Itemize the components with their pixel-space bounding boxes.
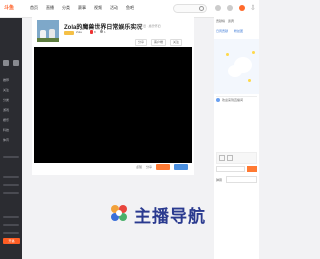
follow-icon[interactable] (227, 5, 233, 11)
viewer-count: 1 (104, 30, 106, 34)
sidebar-item-placeholder[interactable] (3, 184, 19, 186)
sidebar-item-tech[interactable]: 科技 (3, 128, 20, 132)
sidebar-item-placeholder[interactable] (3, 216, 19, 218)
rank-banner (214, 39, 259, 94)
sidebar-item-recommend[interactable]: 推荐 (3, 78, 20, 82)
client-button[interactable]: 客户端 (151, 39, 167, 46)
tab-contribution[interactable]: 贡献榜 (216, 19, 225, 26)
right-panel: 贡献榜 贵宾 日周贡献 粉丝团 欢迎来到直播间 弹幕 (214, 17, 259, 259)
search-input[interactable] (173, 4, 207, 13)
share-button[interactable]: 分享 (135, 39, 148, 46)
gift-bar (216, 152, 257, 164)
chat-welcome: 欢迎来到直播间 (216, 96, 257, 103)
link-daily-rank[interactable]: 日周贡献 (216, 29, 228, 33)
hot-count: 8 (94, 30, 96, 34)
sidebar-item-category[interactable]: 分类 (3, 98, 20, 102)
watermark: 主播导航 (108, 200, 218, 228)
room-actions: 分享 客户端 关注 (135, 39, 183, 46)
user-avatar-icon[interactable] (239, 5, 245, 11)
star-icon (248, 79, 251, 82)
recharge-button[interactable] (174, 164, 189, 170)
gift-icon[interactable] (219, 155, 225, 161)
chat-input[interactable] (216, 166, 245, 172)
speaker-icon (216, 98, 220, 102)
sidebar-divider (3, 156, 19, 158)
open-stream-button[interactable]: 开播 (3, 238, 20, 244)
rank-tabs: 贡献榜 贵宾 (216, 19, 257, 26)
watermark-logo-icon (111, 205, 127, 221)
fire-icon (90, 30, 93, 34)
follow-button[interactable]: 关注 (170, 39, 183, 46)
welcome-text: 欢迎来到直播间 (222, 98, 244, 102)
nav-item-forum[interactable]: 鱼吧 (126, 5, 134, 11)
site-logo[interactable]: 斗鱼 (4, 4, 14, 11)
left-sidebar: 推荐 关注 分类 游戏 娱乐 科技 体育 开播 (0, 18, 22, 259)
send-row (216, 166, 257, 172)
sidebar-item-follow[interactable]: 关注 (3, 88, 20, 92)
gift-icon[interactable] (227, 155, 233, 161)
star-icon (226, 53, 229, 56)
star-icon (252, 51, 255, 54)
danmaku-input[interactable] (226, 176, 257, 183)
search-icon[interactable] (199, 6, 204, 11)
nav-item-video[interactable]: 视频 (94, 5, 102, 11)
streamer-avatar[interactable] (37, 20, 59, 42)
sidebar-item-placeholder[interactable] (3, 224, 19, 226)
chat-label: 弹幕 (216, 178, 223, 182)
nav-item-category[interactable]: 分类 (62, 5, 70, 11)
watermark-text: 主播导航 (134, 207, 206, 227)
top-nav-menu: 首页 直播 分类 赛事 视频 活动 鱼吧 (30, 5, 134, 11)
nav-item-live[interactable]: 直播 (46, 5, 54, 11)
top-user-icons (215, 5, 245, 11)
sidebar-item-games[interactable]: 游戏 (3, 108, 20, 112)
nav-item-matches[interactable]: 赛事 (78, 5, 86, 11)
download-icon[interactable]: ⇩ (250, 4, 256, 12)
shield-icon[interactable] (3, 60, 9, 66)
cloud-illustration (234, 57, 252, 73)
sidebar-top-icons (3, 60, 19, 66)
gift-button[interactable] (156, 164, 171, 170)
nav-item-events[interactable]: 活动 (110, 5, 118, 11)
streamer-name[interactable]: Zola (76, 30, 82, 34)
live-room-panel: Zola的魔兽世界日常娱乐实况 魔兽怀旧 · 魔兽怀旧 Zola 8 1 分享 … (32, 17, 194, 175)
settings-icon[interactable] (13, 60, 19, 66)
level-badge (64, 31, 74, 35)
tab-vip[interactable]: 贵宾 (228, 19, 234, 26)
sidebar-item-placeholder[interactable] (3, 232, 19, 234)
sidebar-item-entertainment[interactable]: 娱乐 (3, 118, 20, 122)
send-button[interactable] (247, 166, 257, 172)
avatar-ground (37, 38, 59, 42)
top-navigation-bar: 斗鱼 首页 直播 分类 赛事 视频 活动 鱼吧 ⇩ (0, 0, 259, 18)
link-fan-club[interactable]: 粉丝团 (234, 29, 243, 33)
like-button[interactable]: 点赞 (136, 165, 142, 169)
nav-item-home[interactable]: 首页 (30, 5, 38, 11)
sidebar-item-sports[interactable]: 体育 (3, 138, 20, 142)
video-player[interactable] (34, 47, 192, 163)
user-icon (100, 30, 103, 33)
share-control[interactable]: 分享 (146, 165, 152, 169)
history-icon[interactable] (215, 5, 221, 11)
sidebar-item-placeholder[interactable] (3, 176, 19, 178)
rank-links: 日周贡献 粉丝团 (216, 29, 243, 33)
player-controls: 点赞 分享 (136, 164, 189, 170)
room-category[interactable]: 魔兽怀旧 · 魔兽怀旧 (134, 24, 161, 28)
sidebar-item-placeholder[interactable] (3, 192, 19, 194)
